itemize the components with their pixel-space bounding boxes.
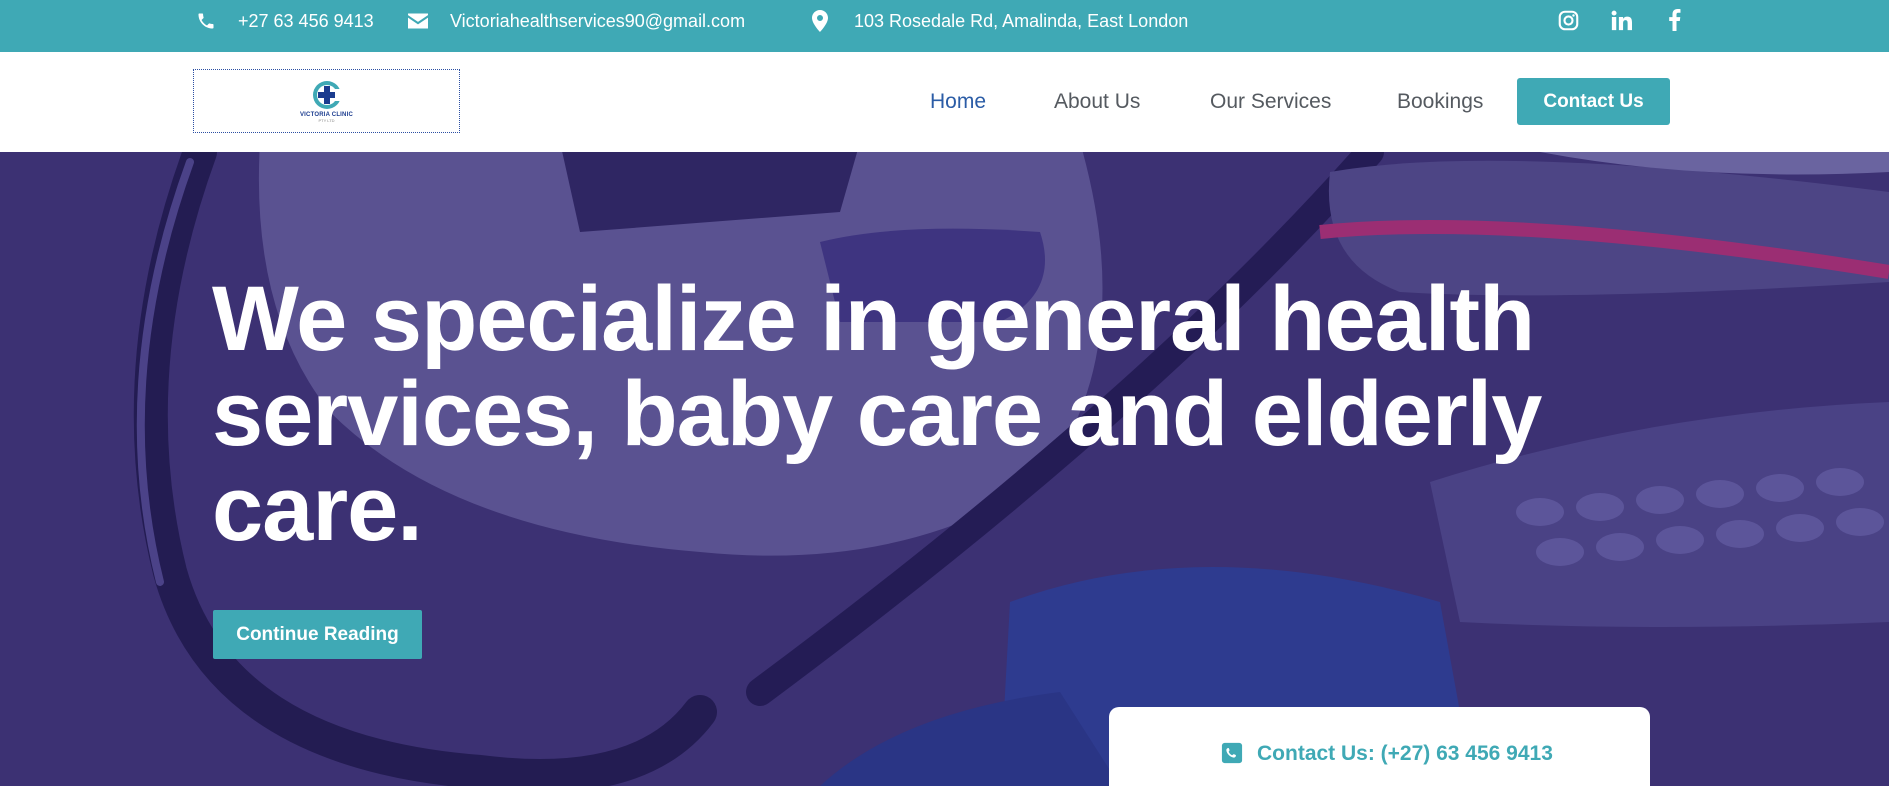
site-logo[interactable]: VICTORIA CLINIC PTY LTD xyxy=(193,69,460,133)
logo-sub: PTY LTD xyxy=(318,118,335,123)
topbar-email[interactable]: Victoriahealthservices90@gmail.com xyxy=(408,0,745,42)
topbar-email-text: Victoriahealthservices90@gmail.com xyxy=(450,10,746,31)
contact-phone-link[interactable]: Contact Us: (+27) 63 456 9413 xyxy=(1221,742,1553,766)
instagram-icon[interactable] xyxy=(1557,9,1579,31)
top-contact-bar: +27 63 456 9413 Victoriahealthservices90… xyxy=(0,0,1889,52)
nav-bookings[interactable]: Bookings xyxy=(1397,52,1483,152)
phone-icon xyxy=(196,11,216,31)
nav-contact-us-button[interactable]: Contact Us xyxy=(1517,78,1670,125)
topbar-phone[interactable]: +27 63 456 9413 xyxy=(196,0,374,42)
main-navbar: VICTORIA CLINIC PTY LTD Home About Us Ou… xyxy=(0,52,1889,152)
phone-square-icon xyxy=(1221,742,1245,766)
hero-section: We specialize in general health services… xyxy=(0,152,1889,786)
topbar-address-text: 103 Rosedale Rd, Amalinda, East London xyxy=(854,10,1189,31)
hero-heading: We specialize in general health services… xyxy=(212,268,1542,560)
clinic-cross-logo-icon xyxy=(312,81,342,109)
facebook-icon[interactable] xyxy=(1663,9,1685,31)
nav-about-us[interactable]: About Us xyxy=(1054,52,1140,152)
nav-our-services[interactable]: Our Services xyxy=(1210,52,1331,152)
nav-home[interactable]: Home xyxy=(930,52,986,152)
contact-card-label: Contact Us: (+27) 63 456 9413 xyxy=(1257,742,1553,765)
location-pin-icon xyxy=(812,10,828,32)
continue-reading-button[interactable]: Continue Reading xyxy=(213,610,422,659)
linkedin-icon[interactable] xyxy=(1610,9,1632,31)
contact-card: Contact Us: (+27) 63 456 9413 xyxy=(1109,707,1650,786)
topbar-phone-text: +27 63 456 9413 xyxy=(238,10,374,31)
topbar-address: 103 Rosedale Rd, Amalinda, East London xyxy=(812,0,1188,42)
mail-icon xyxy=(408,13,428,29)
